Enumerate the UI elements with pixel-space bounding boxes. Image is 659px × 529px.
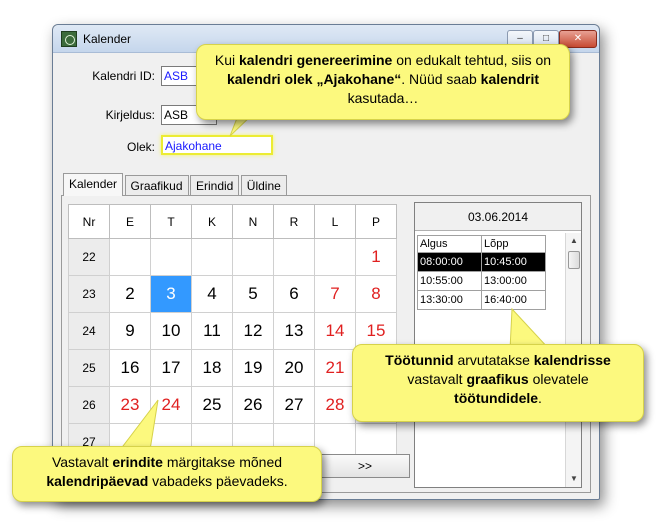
weekday-header: L <box>314 204 356 239</box>
tab-graafikud[interactable]: Graafikud <box>124 175 189 196</box>
kalendri-id-label: Kalendri ID: <box>92 69 155 83</box>
callout-bottom-bold: erindite <box>112 454 163 470</box>
calendar-day[interactable]: 14 <box>314 312 356 350</box>
callout-top-text: . Nüüd saab <box>401 71 481 87</box>
calendar-day[interactable]: 28 <box>314 386 356 424</box>
week-number: 26 <box>68 386 110 424</box>
calendar-day[interactable]: 27 <box>273 386 315 424</box>
calendar-app-icon <box>61 31 77 47</box>
calendar-day[interactable]: 19 <box>232 349 274 387</box>
calendar-week-row: 2516171819202122 <box>68 349 397 387</box>
weekday-header: T <box>150 204 192 239</box>
callout-top-text: Kui <box>214 52 240 68</box>
callout-bottom-text: vabadeks päevadeks. <box>148 473 288 489</box>
calendar-day[interactable]: 9 <box>109 312 151 350</box>
empty-day-cell <box>314 238 356 276</box>
empty-day-cell <box>232 238 274 276</box>
calendar-day[interactable]: 6 <box>273 275 315 313</box>
table-row[interactable]: 08:00:00 10:45:00 <box>417 252 546 272</box>
week-number: 23 <box>68 275 110 313</box>
week-number-header: Nr <box>68 204 110 239</box>
empty-day-cell <box>273 238 315 276</box>
calendar-day[interactable]: 4 <box>191 275 233 313</box>
callout-bottom-pointer <box>118 399 159 451</box>
calendar-day[interactable]: 2 <box>109 275 151 313</box>
start-time-cell: 08:00:00 <box>417 252 482 272</box>
calendar-week-row: 22 1 <box>68 238 397 276</box>
week-number: 25 <box>68 349 110 387</box>
tab-erindid[interactable]: Erindid <box>189 175 240 196</box>
weekday-header: N <box>232 204 274 239</box>
callout-bottom-text: märgitakse mõned <box>162 454 283 470</box>
table-row[interactable]: 10:55:00 13:00:00 <box>417 271 546 291</box>
window-title: Kalender <box>83 32 132 46</box>
callout-top-bold: kalendrit <box>480 71 540 87</box>
empty-day-cell <box>191 238 233 276</box>
callout-top-text: kasutada… <box>347 90 419 106</box>
calendar-day[interactable]: 8 <box>355 275 397 313</box>
callout-top-bold: kalendri genereerimine <box>239 52 393 68</box>
calendar-day[interactable]: 11 <box>191 312 233 350</box>
scroll-up-icon[interactable]: ▲ <box>566 233 582 249</box>
calendar-day[interactable]: 3 <box>150 275 192 313</box>
tab-kalender[interactable]: Kalender <box>63 173 124 196</box>
tab-bar: Kalender Graafikud Erindid Üldine <box>63 173 287 196</box>
next-month-button[interactable]: >> <box>320 454 410 478</box>
end-time-cell: 13:00:00 <box>481 271 546 291</box>
calendar-day[interactable]: 5 <box>232 275 274 313</box>
weekday-header: R <box>273 204 315 239</box>
callout-right-text: vastavalt <box>407 371 467 387</box>
callout-right-bold: kalendrisse <box>533 352 611 368</box>
calendar-day[interactable]: 1 <box>355 238 397 276</box>
calendar-day[interactable]: 25 <box>191 386 233 424</box>
weekday-header: P <box>355 204 397 239</box>
start-time-cell: 10:55:00 <box>417 271 482 291</box>
calendar-week-row: 24 9 10 11 12 13 14 15 <box>68 312 397 350</box>
tab-uldine[interactable]: Üldine <box>240 175 287 196</box>
week-number: 22 <box>68 238 110 276</box>
scroll-down-icon[interactable]: ▼ <box>566 471 582 487</box>
calendar-day[interactable]: 20 <box>273 349 315 387</box>
empty-day-cell <box>150 238 192 276</box>
calendar-day[interactable]: 12 <box>232 312 274 350</box>
calendar-day[interactable]: 16 <box>109 349 151 387</box>
calendar-day[interactable]: 17 <box>150 349 192 387</box>
callout-right-text: . <box>538 390 542 406</box>
col-lopp[interactable]: Lõpp <box>481 235 546 253</box>
callout-right: Töötunnid arvutatakse kalendrisse vastav… <box>352 344 644 422</box>
work-hours-table: Algus Lõpp 08:00:00 10:45:00 10:55:00 13… <box>417 235 546 310</box>
calendar-week-row: 23 2 3 4 5 6 7 8 <box>68 275 397 313</box>
olek-label: Olek: <box>126 140 155 154</box>
end-time-cell: 10:45:00 <box>481 252 546 272</box>
calendar-day[interactable]: 21 <box>314 349 356 387</box>
callout-right-text: olevatele <box>528 371 589 387</box>
callout-bottom: Vastavalt erindite märgitakse mõned kale… <box>12 446 322 502</box>
scroll-thumb[interactable] <box>568 251 580 269</box>
callout-top: Kui kalendri genereerimine on edukalt te… <box>196 44 570 120</box>
calendar-day[interactable]: 26 <box>232 386 274 424</box>
callout-bottom-text: Vastavalt <box>51 454 113 470</box>
callout-right-bold: töötundidele <box>454 390 539 406</box>
callout-top-bold: kalendri olek „Ajakohane“ <box>226 71 402 87</box>
calendar-day[interactable]: 7 <box>314 275 356 313</box>
weekday-header: E <box>109 204 151 239</box>
empty-day-cell <box>109 238 151 276</box>
selected-date: 03.06.2014 <box>415 203 581 231</box>
weekday-header: K <box>191 204 233 239</box>
calendar-day[interactable]: 18 <box>191 349 233 387</box>
callout-right-text: arvutatakse <box>453 352 534 368</box>
start-time-cell: 13:30:00 <box>417 290 482 310</box>
callout-bottom-bold: kalendripäevad <box>46 473 149 489</box>
col-algus[interactable]: Algus <box>417 235 482 253</box>
callout-right-bold: graafikus <box>466 371 529 387</box>
calendar-day[interactable]: 13 <box>273 312 315 350</box>
kirjeldus-label: Kirjeldus: <box>105 108 155 122</box>
calendar-day[interactable]: 10 <box>150 312 192 350</box>
week-number: 24 <box>68 312 110 350</box>
callout-right-bold: Töötunnid <box>385 352 454 368</box>
callout-top-text: on edukalt tehtud, siis on <box>392 52 552 68</box>
